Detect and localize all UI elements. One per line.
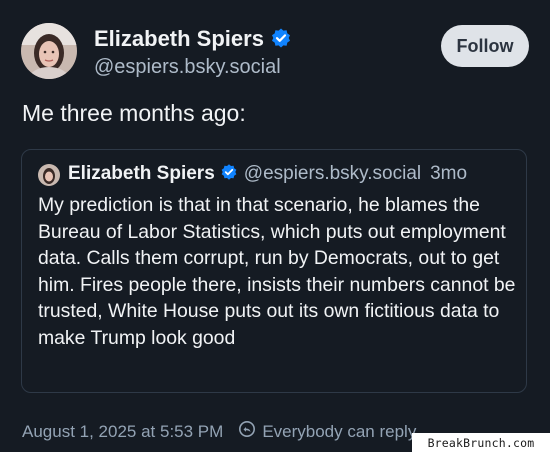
post-timestamp[interactable]: August 1, 2025 at 5:53 PM bbox=[22, 422, 223, 442]
verified-check-icon bbox=[220, 163, 238, 187]
post: Elizabeth Spiers @espiers.bsky.social Fo… bbox=[0, 0, 550, 452]
follow-button[interactable]: Follow bbox=[441, 25, 529, 67]
author-handle[interactable]: @espiers.bsky.social bbox=[94, 56, 281, 79]
author-avatar[interactable] bbox=[21, 23, 77, 79]
quoted-post-card[interactable]: Elizabeth Spiers @espiers.bsky.social 3mo… bbox=[21, 149, 527, 393]
quote-timestamp[interactable]: 3mo bbox=[430, 163, 467, 184]
reply-setting-icon bbox=[238, 420, 256, 443]
quote-author-avatar[interactable] bbox=[38, 164, 60, 186]
watermark-text: BreakBrunch.com bbox=[412, 433, 550, 452]
avatar-photo bbox=[21, 23, 77, 79]
post-text: Me three months ago: bbox=[22, 100, 246, 126]
quote-header: Elizabeth Spiers @espiers.bsky.social 3mo bbox=[68, 163, 467, 187]
author-name-row[interactable]: Elizabeth Spiers bbox=[94, 26, 292, 55]
reply-setting-label[interactable]: Everybody can reply bbox=[262, 422, 416, 442]
author-name[interactable]: Elizabeth Spiers bbox=[94, 26, 264, 51]
quote-body-text: My prediction is that in that scenario, … bbox=[38, 194, 516, 349]
verified-check-icon bbox=[270, 27, 292, 55]
quote-avatar-photo bbox=[38, 164, 60, 186]
quote-author-handle[interactable]: @espiers.bsky.social bbox=[244, 163, 421, 184]
post-footer: August 1, 2025 at 5:53 PM Everybody can … bbox=[22, 420, 416, 443]
quote-author-name[interactable]: Elizabeth Spiers bbox=[68, 163, 215, 184]
